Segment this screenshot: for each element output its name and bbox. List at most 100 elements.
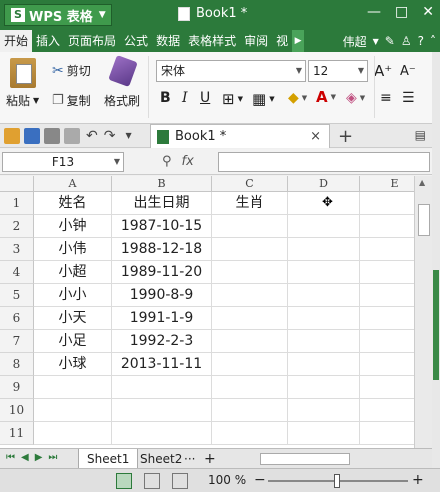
cell-c1[interactable]: 生肖 [212,192,288,215]
cell-d11[interactable] [288,422,360,445]
cell-d8[interactable] [288,353,360,376]
bold-button[interactable]: B [160,90,171,106]
spreadsheet-grid[interactable]: A B C D E 1 姓名 出生日期 生肖 2 小钟 1987-10-15 3 小伟 1988-12-18… [0,176,414,448]
row-header-5[interactable]: 5 [0,284,34,307]
cell-e9[interactable] [360,376,414,399]
cell-c4[interactable] [212,261,288,284]
row-header-8[interactable]: 8 [0,353,34,376]
cell-a6[interactable]: 小天 [34,307,112,330]
side-scroll-thumb[interactable] [433,270,439,380]
cell-c5[interactable] [212,284,288,307]
menu-more-icon[interactable]: ▶ [292,30,305,52]
shrink-font-button[interactable]: A⁻ [400,64,416,79]
open-folder-icon[interactable] [4,127,20,144]
cell-b8[interactable]: 2013-11-11 [112,353,212,376]
italic-button[interactable]: I [182,90,188,106]
help-icon[interactable]: ? [418,34,424,48]
column-header-a[interactable]: A [34,176,112,192]
cell-b1[interactable]: 出生日期 [112,192,212,215]
row-header-7[interactable]: 7 [0,330,34,353]
close-icon[interactable]: × [310,129,321,144]
cell-e10[interactable] [360,399,414,422]
search-icon[interactable]: ⚲ [162,154,172,169]
cell-c8[interactable] [212,353,288,376]
cell-e11[interactable] [360,422,414,445]
font-name-select[interactable]: 宋体 ▼ [156,60,306,82]
cell-a1[interactable]: 姓名 [34,192,112,215]
collapse-ribbon-icon[interactable]: ˄ [430,34,436,48]
skin-icon[interactable]: ✎ [385,34,395,48]
cell-e4[interactable] [360,261,414,284]
row-header-3[interactable]: 3 [0,238,34,261]
reading-view-icon[interactable] [172,473,188,489]
chevron-down-icon[interactable]: ▼ [125,131,131,140]
cell-e7[interactable] [360,330,414,353]
maximize-button[interactable]: □ [395,4,408,20]
cell-d4[interactable] [288,261,360,284]
underline-button[interactable]: U [200,90,210,106]
tab-data[interactable]: 数据 [152,30,184,52]
row-header-1[interactable]: 1 [0,192,34,215]
user-name[interactable]: 伟超 [343,33,367,50]
row-header-10[interactable]: 10 [0,399,34,422]
column-header-b[interactable]: B [112,176,212,192]
print-preview-icon[interactable] [64,127,80,144]
cell-e3[interactable] [360,238,414,261]
cell-b6[interactable]: 1991-1-9 [112,307,212,330]
cell-b10[interactable] [112,399,212,422]
cell-d3[interactable] [288,238,360,261]
undo-icon[interactable]: ↶ [86,128,98,144]
formula-input[interactable] [218,152,430,172]
cell-b9[interactable] [112,376,212,399]
cell-d5[interactable] [288,284,360,307]
cell-b3[interactable]: 1988-12-18 [112,238,212,261]
row-header-6[interactable]: 6 [0,307,34,330]
cell-d6[interactable] [288,307,360,330]
cell-e5[interactable] [360,284,414,307]
paste-button[interactable] [10,58,36,88]
normal-view-icon[interactable] [116,473,132,489]
redo-icon[interactable]: ↷ [104,128,116,144]
cell-a9[interactable] [34,376,112,399]
merge-button[interactable]: ▦ ▼ [252,90,275,108]
column-header-c[interactable]: C [212,176,288,192]
cell-c6[interactable] [212,307,288,330]
cell-b7[interactable]: 1992-2-3 [112,330,212,353]
cell-a3[interactable]: 小伟 [34,238,112,261]
new-tab-button[interactable]: + [338,126,353,147]
vertical-scroll-thumb[interactable] [418,204,430,236]
row-header-9[interactable]: 9 [0,376,34,399]
fx-icon[interactable]: fx [182,154,194,169]
first-sheet-icon[interactable]: ⏮ [6,452,15,463]
cell-d7[interactable] [288,330,360,353]
save-icon[interactable] [24,127,40,144]
row-header-11[interactable]: 11 [0,422,34,445]
cell-d10[interactable] [288,399,360,422]
tab-page-layout[interactable]: 页面布局 [64,30,120,52]
grow-font-button[interactable]: A⁺ [374,62,392,80]
app-menu-button[interactable]: S WPS 表格 ▼ [4,4,112,26]
cell-b4[interactable]: 1989-11-20 [112,261,212,284]
cell-a10[interactable] [34,399,112,422]
cell-d9[interactable] [288,376,360,399]
ribbon-side-scroll[interactable] [432,52,440,472]
shirt-icon[interactable]: ♙ [401,34,412,48]
cell-a5[interactable]: 小小 [34,284,112,307]
border-button[interactable]: ⊞ ▼ [222,90,243,108]
cell-b11[interactable] [112,422,212,445]
cell-c9[interactable] [212,376,288,399]
add-sheet-button[interactable]: + [196,449,224,469]
prev-sheet-icon[interactable]: ◀ [21,452,29,463]
select-all-corner[interactable] [0,176,34,192]
cell-c3[interactable] [212,238,288,261]
tab-home[interactable]: 开始 [0,30,33,52]
font-size-select[interactable]: 12 ▼ [308,60,368,82]
column-header-d[interactable]: D [288,176,360,192]
last-sheet-icon[interactable]: ⏭ [48,452,57,463]
tab-list-icon[interactable]: ▤ [415,128,426,142]
close-button[interactable]: ✕ [422,4,434,20]
tab-formulas[interactable]: 公式 [120,30,152,52]
copy-button[interactable]: ❐ 复制 [52,92,91,109]
font-color-button[interactable]: A ▼ [316,88,336,106]
cell-b2[interactable]: 1987-10-15 [112,215,212,238]
